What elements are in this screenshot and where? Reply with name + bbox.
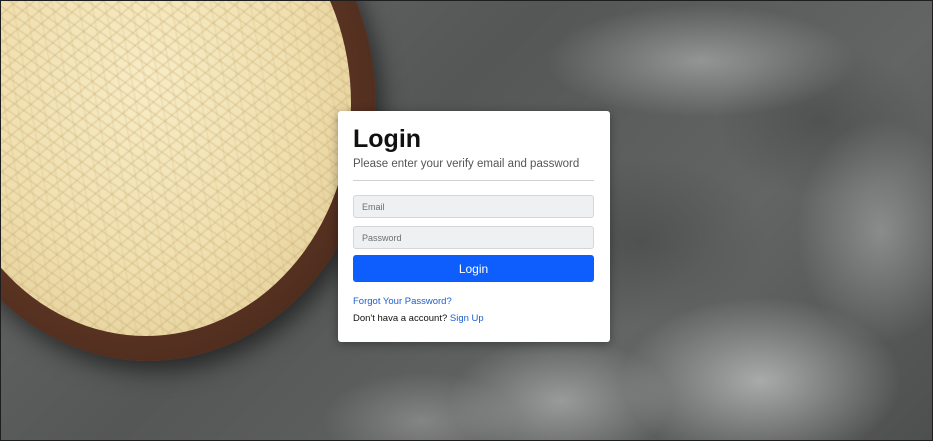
login-title: Login: [353, 125, 422, 153]
email-field[interactable]: [353, 195, 594, 218]
login-card: Login Please enter your verify email and…: [338, 111, 610, 342]
login-links: Forgot Your Password? Don't hava a accou…: [353, 293, 594, 327]
signup-link[interactable]: Sign Up: [450, 313, 484, 324]
login-subtitle: Please enter your verify email and passw…: [353, 158, 580, 170]
page-frame: Login Please enter your verify email and…: [0, 0, 933, 441]
password-field[interactable]: [353, 226, 594, 249]
divider: [353, 180, 594, 181]
no-account-text: Don't hava a account?: [353, 313, 448, 324]
login-button[interactable]: Login: [353, 255, 594, 282]
forgot-password-link[interactable]: Forgot Your Password?: [353, 296, 452, 307]
